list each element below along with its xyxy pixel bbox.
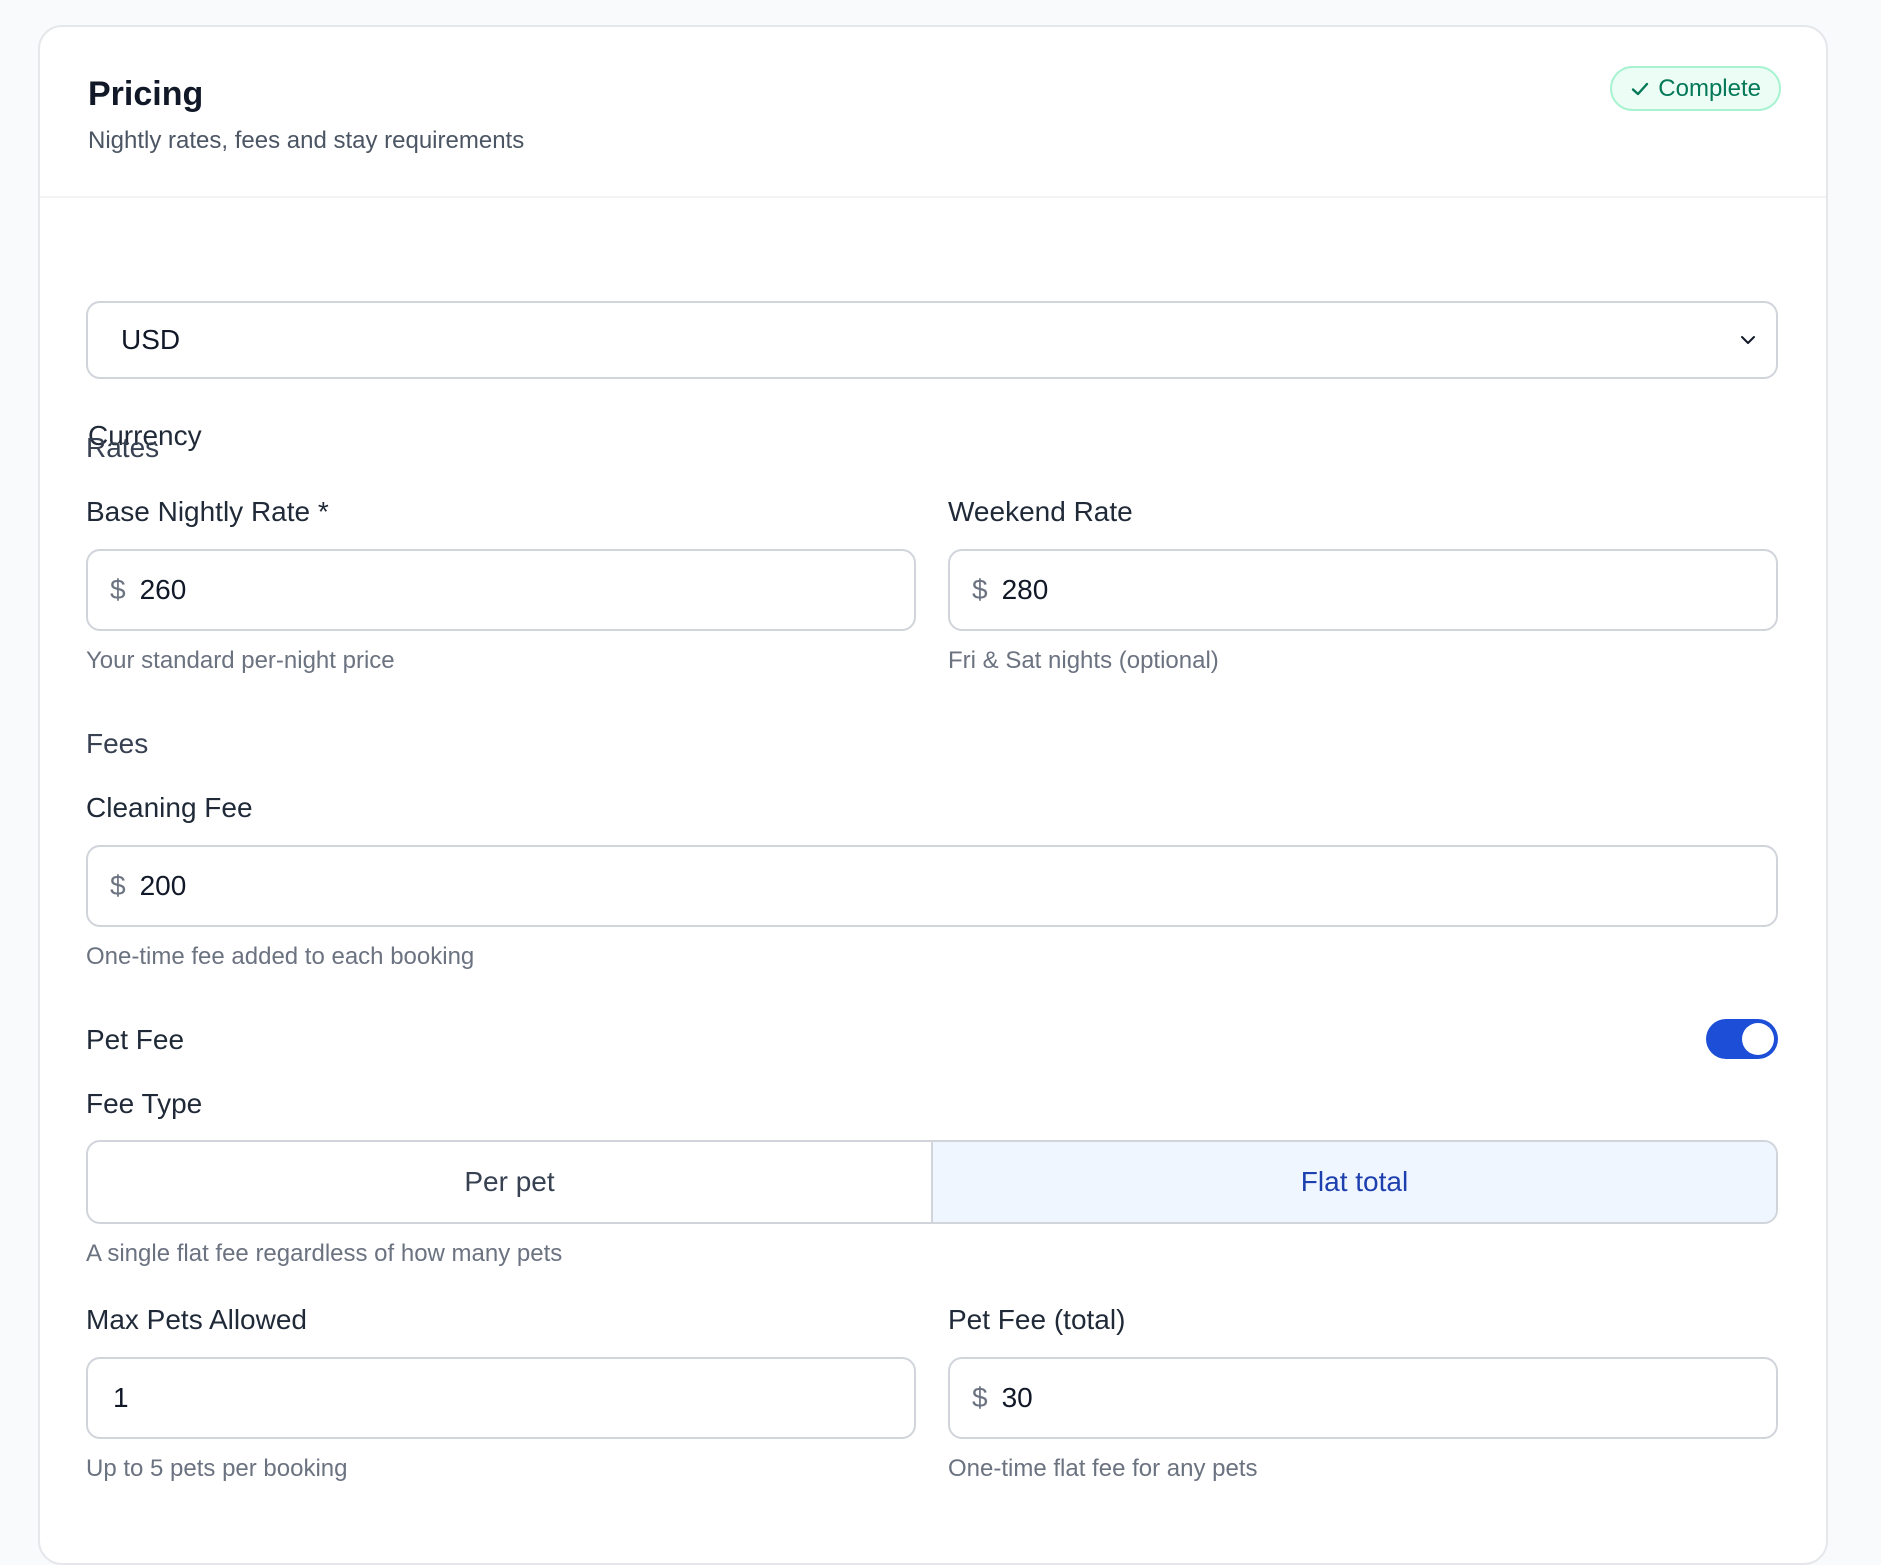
currency-select[interactable]: USD xyxy=(86,301,1778,379)
pet-fee-total-help: One-time flat fee for any pets xyxy=(948,1455,1258,1482)
cleaning-fee-label: Cleaning Fee xyxy=(86,792,253,823)
currency-prefix: $ xyxy=(110,574,126,605)
weekend-rate-help: Fri & Sat nights (optional) xyxy=(948,647,1219,674)
fee-type-label: Fee Type xyxy=(86,1088,203,1119)
currency-prefix: $ xyxy=(972,1382,988,1413)
base-nightly-rate-help: Your standard per-night price xyxy=(86,647,395,674)
toggle-knob xyxy=(1742,1023,1774,1055)
cleaning-fee-input[interactable]: $ 200 xyxy=(86,845,1778,927)
max-pets-input[interactable]: 1 xyxy=(86,1357,916,1439)
currency-prefix: $ xyxy=(972,574,988,605)
rates-section-label: Rates xyxy=(86,432,160,463)
base-nightly-rate-value: 260 xyxy=(139,574,187,605)
cleaning-fee-help: One-time fee added to each booking xyxy=(86,943,475,970)
fee-type-option-per-pet[interactable]: Per pet xyxy=(88,1142,931,1222)
fee-type-help: A single flat fee regardless of how many… xyxy=(86,1240,563,1267)
max-pets-label: Max Pets Allowed xyxy=(86,1304,307,1335)
pet-fee-toggle[interactable] xyxy=(1706,1019,1778,1059)
chevron-down-icon xyxy=(1741,336,1755,344)
fee-type-segmented-control: Per pet Flat total xyxy=(86,1140,1778,1224)
max-pets-help: Up to 5 pets per booking xyxy=(86,1455,348,1482)
pet-fee-total-input[interactable]: $ 30 xyxy=(948,1357,1778,1439)
fee-type-option-flat-total[interactable]: Flat total xyxy=(931,1142,1776,1222)
base-nightly-rate-input[interactable]: $ 260 xyxy=(86,549,916,631)
form-fields: USD Rates Base Nightly Rate * Weekend Ra… xyxy=(38,25,1828,1516)
fees-section-label: Fees xyxy=(86,728,149,759)
base-nightly-rate-label: Base Nightly Rate * xyxy=(86,496,329,527)
cleaning-fee-value: 200 xyxy=(139,870,187,901)
max-pets-value: 1 xyxy=(113,1382,129,1413)
weekend-rate-label: Weekend Rate xyxy=(948,496,1133,527)
pet-fee-label: Pet Fee xyxy=(86,1024,185,1055)
pet-fee-total-value: 30 xyxy=(1001,1382,1033,1413)
weekend-rate-value: 280 xyxy=(1001,574,1049,605)
currency-prefix: $ xyxy=(110,870,126,901)
pet-fee-total-label: Pet Fee (total) xyxy=(948,1304,1126,1335)
currency-select-value: USD xyxy=(121,324,181,355)
weekend-rate-input[interactable]: $ 280 xyxy=(948,549,1778,631)
